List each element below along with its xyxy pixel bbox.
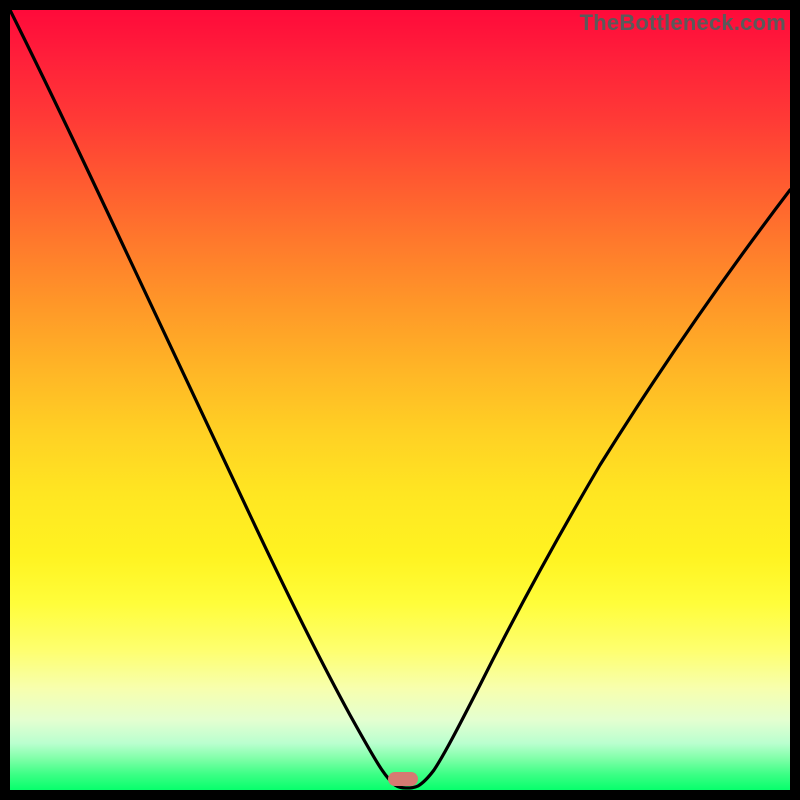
chart-plot-area: TheBottleneck.com <box>10 10 790 790</box>
chart-stage: TheBottleneck.com <box>0 0 800 800</box>
curve-path <box>10 10 790 788</box>
bottleneck-min-marker <box>388 772 418 786</box>
bottleneck-curve <box>10 10 790 790</box>
watermark-text: TheBottleneck.com <box>580 10 786 36</box>
